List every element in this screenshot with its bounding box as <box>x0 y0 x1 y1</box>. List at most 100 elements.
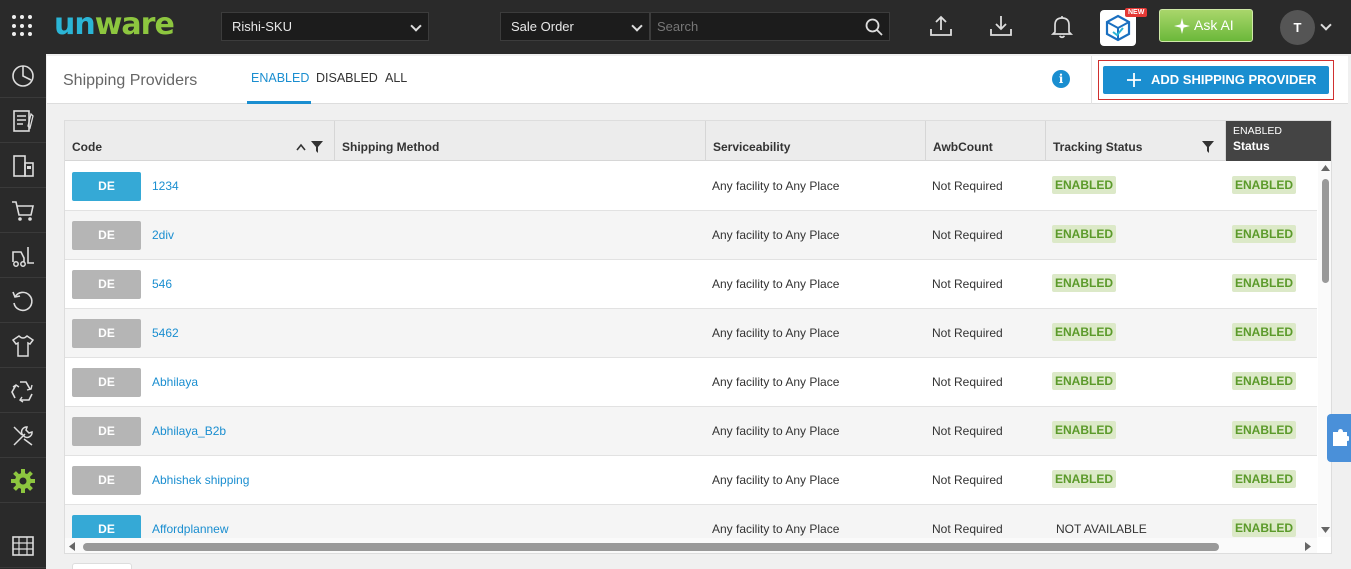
sidebar-item-returns[interactable] <box>0 279 46 323</box>
provider-type-badge: DE <box>72 270 141 299</box>
column-header-tracking-status[interactable]: Tracking Status <box>1046 121 1226 161</box>
search-input[interactable] <box>651 13 851 40</box>
sidebar-item-tools[interactable] <box>0 414 46 458</box>
search-type-select[interactable]: Sale Order <box>500 12 650 41</box>
pagination-control[interactable] <box>72 563 132 569</box>
provider-type-badge: DE <box>72 221 141 250</box>
awbcount-cell: Not Required <box>932 522 1003 536</box>
facility-select[interactable]: Rishi-SKU <box>221 12 429 41</box>
feedback-side-tab[interactable] <box>1327 414 1351 462</box>
download-icon[interactable] <box>988 13 1014 39</box>
table-row[interactable]: DE Abhishek shipping Any facility to Any P… <box>65 456 1317 505</box>
dashboard-icon <box>12 64 34 87</box>
info-icon[interactable]: i <box>1052 70 1070 88</box>
chevron-down-icon <box>631 20 643 32</box>
sort-ascending-icon[interactable] <box>296 143 306 151</box>
tracking-status-text: NOT AVAILABLE <box>1056 522 1147 536</box>
chevron-down-icon[interactable] <box>1320 19 1332 31</box>
scroll-left-icon[interactable] <box>69 542 75 551</box>
horizontal-scrollbar-thumb[interactable] <box>83 543 1219 551</box>
sidebar-item-cart[interactable] <box>0 189 46 233</box>
notification-bell-icon[interactable] <box>1049 13 1075 39</box>
sidebar-item-dashboard[interactable] <box>0 54 46 98</box>
table-row[interactable]: DE 5462 Any facility to Any Place Not Requi… <box>65 309 1317 358</box>
left-sidebar <box>0 54 46 569</box>
tracking-status-badge: ENABLED <box>1052 421 1117 439</box>
awbcount-cell: Not Required <box>932 326 1003 340</box>
tracking-status-badge: ENABLED <box>1052 470 1117 488</box>
horizontal-scrollbar[interactable] <box>65 538 1317 553</box>
awbcount-cell: Not Required <box>932 277 1003 291</box>
serviceability-cell: Any facility to Any Place <box>712 228 840 242</box>
filter-icon[interactable] <box>1202 141 1214 153</box>
scroll-down-icon[interactable] <box>1321 527 1330 533</box>
provider-code-link[interactable]: 546 <box>152 277 172 291</box>
upload-icon[interactable] <box>928 13 954 39</box>
add-shipping-provider-button[interactable]: ADD SHIPPING PROVIDER <box>1103 66 1329 94</box>
column-header-shipping-method[interactable]: Shipping Method <box>335 121 706 161</box>
provider-type-badge: DE <box>72 319 141 348</box>
sidebar-item-products[interactable] <box>0 324 46 368</box>
tracking-status-badge: ENABLED <box>1052 323 1117 341</box>
column-header-status[interactable]: ENABLED Status <box>1226 121 1331 161</box>
provider-type-badge: DE <box>72 368 141 397</box>
active-tab-indicator <box>247 101 311 104</box>
search-icon[interactable] <box>865 18 883 36</box>
tracking-status-badge: ENABLED <box>1052 176 1117 194</box>
sidebar-item-warehouse[interactable] <box>0 524 46 568</box>
status-filter-value: ENABLED <box>1233 125 1283 137</box>
column-header-code[interactable]: Code <box>65 121 335 161</box>
sidebar-item-inventory[interactable] <box>0 144 46 188</box>
settings-icon <box>11 468 35 493</box>
vertical-scrollbar[interactable] <box>1318 161 1331 537</box>
inventory-icon <box>13 154 34 177</box>
tracking-status-badge: ENABLED <box>1052 225 1117 243</box>
forklift-icon <box>12 246 34 267</box>
serviceability-cell: Any facility to Any Place <box>712 277 840 291</box>
sparkle-icon <box>1174 18 1190 34</box>
column-header-serviceability[interactable]: Serviceability <box>706 121 926 161</box>
vertical-scrollbar-thumb[interactable] <box>1322 179 1329 283</box>
table-row[interactable]: DE Abhilaya Any facility to Any Place Not R… <box>65 358 1317 407</box>
provider-type-badge: DE <box>72 466 141 495</box>
sidebar-item-settings[interactable] <box>0 459 46 503</box>
sidebar-item-forklift[interactable] <box>0 234 46 278</box>
tab-enabled[interactable]: ENABLED <box>251 71 309 85</box>
scroll-up-icon[interactable] <box>1321 165 1330 171</box>
provider-code-link[interactable]: Abhishek shipping <box>152 473 249 487</box>
warehouse-icon <box>12 535 34 556</box>
column-label-code: Code <box>72 140 102 154</box>
provider-code-link[interactable]: 1234 <box>152 179 179 193</box>
facility-select-value: Rishi-SKU <box>232 19 292 34</box>
table-row[interactable]: DE Abhilaya_B2b Any facility to Any Place N… <box>65 407 1317 456</box>
status-badge: ENABLED <box>1232 176 1297 194</box>
provider-code-link[interactable]: Affordplannew <box>152 522 229 536</box>
column-label-tracking-status: Tracking Status <box>1053 140 1143 154</box>
recycle-icon <box>11 380 33 403</box>
filter-icon[interactable] <box>311 141 323 153</box>
sidebar-item-recycle[interactable] <box>0 369 46 413</box>
user-avatar[interactable]: T <box>1280 10 1315 45</box>
provider-code-link[interactable]: Abhilaya <box>152 375 198 389</box>
ask-ai-button[interactable]: Ask AI <box>1159 9 1253 42</box>
provider-code-link[interactable]: 5462 <box>152 326 179 340</box>
apps-grid-icon[interactable] <box>12 15 34 37</box>
tab-all[interactable]: ALL <box>385 71 407 85</box>
add-button-highlight: ADD SHIPPING PROVIDER <box>1098 60 1334 100</box>
serviceability-cell: Any facility to Any Place <box>712 473 840 487</box>
table-row[interactable]: DE 546 Any facility to Any Place Not Requir… <box>65 260 1317 309</box>
unicommerce-logo[interactable]: unware <box>54 7 175 43</box>
provider-code-link[interactable]: 2div <box>152 228 174 242</box>
scroll-right-icon[interactable] <box>1305 542 1311 551</box>
tab-disabled[interactable]: DISABLED <box>316 71 378 85</box>
column-header-awbcount[interactable]: AwbCount <box>926 121 1046 161</box>
shipping-providers-table: Code Shipping Method Serviceability AwbC… <box>64 120 1332 554</box>
serviceability-cell: Any facility to Any Place <box>712 375 840 389</box>
shirt-icon <box>11 334 35 357</box>
status-badge: ENABLED <box>1232 519 1297 537</box>
table-row[interactable]: DE 2div Any facility to Any Place Not Requi… <box>65 211 1317 260</box>
sidebar-item-orders[interactable] <box>0 99 46 143</box>
header-divider <box>1091 56 1092 104</box>
provider-code-link[interactable]: Abhilaya_B2b <box>152 424 226 438</box>
table-row[interactable]: DE 1234 Any facility to Any Place Not Requi… <box>65 162 1317 211</box>
